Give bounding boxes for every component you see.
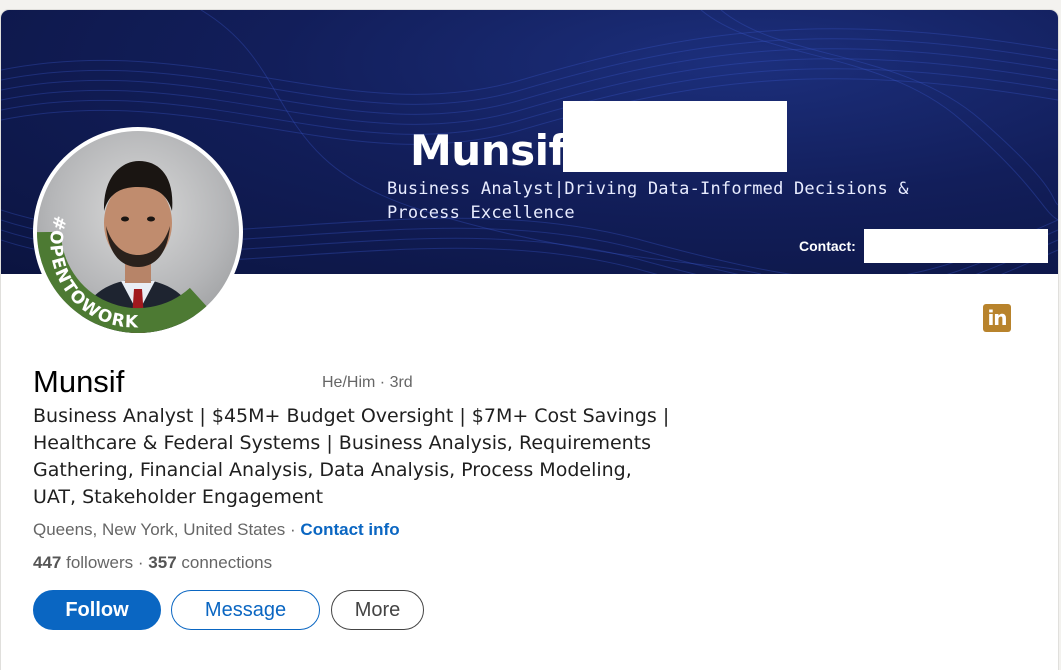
network-stats: 447 followers · 357 connections [33,553,272,573]
follow-button[interactable]: Follow [33,590,161,630]
banner-name: Munsif [410,126,567,175]
avatar[interactable]: #OPENTOWORK [33,127,243,337]
profile-card: Munsif Business Analyst|Driving Data-Inf… [1,10,1058,670]
pronouns: He/Him [322,374,376,391]
message-button[interactable]: Message [171,590,320,630]
banner-headline-line2: Process Excellence [387,203,575,223]
profile-photo-illustration: #OPENTOWORK [37,161,211,333]
banner-headline-line1: Business Analyst|Driving Data-Informed D… [387,179,909,199]
profile-photo: #OPENTOWORK [37,131,239,333]
profile-name: Munsif [33,364,125,399]
followers-label: followers [61,553,134,572]
redaction-box [864,229,1048,263]
banner-headline: Business Analyst|Driving Data-Informed D… [387,177,987,225]
connections-label: connections [176,553,273,572]
redaction-box [563,101,787,172]
connections-link[interactable]: 357 connections [148,553,272,572]
separator: · [133,553,149,572]
location-text: Queens, New York, United States [33,520,286,539]
separator: · [285,520,301,539]
location-row: Queens, New York, United States · Contac… [33,520,400,540]
connection-degree: · 3rd [375,374,413,391]
contact-info-link[interactable]: Contact info [300,520,399,539]
more-button[interactable]: More [331,590,424,630]
profile-headline: Business Analyst | $45M+ Budget Oversigh… [33,405,670,508]
connections-count: 357 [148,553,177,572]
linkedin-icon[interactable]: in [983,304,1011,332]
banner-contact-label: Contact: [799,238,856,254]
followers-count: 447 [33,553,62,572]
pronouns-degree: He/Him · 3rd [322,374,413,392]
followers-link[interactable]: 447 followers [33,553,133,572]
